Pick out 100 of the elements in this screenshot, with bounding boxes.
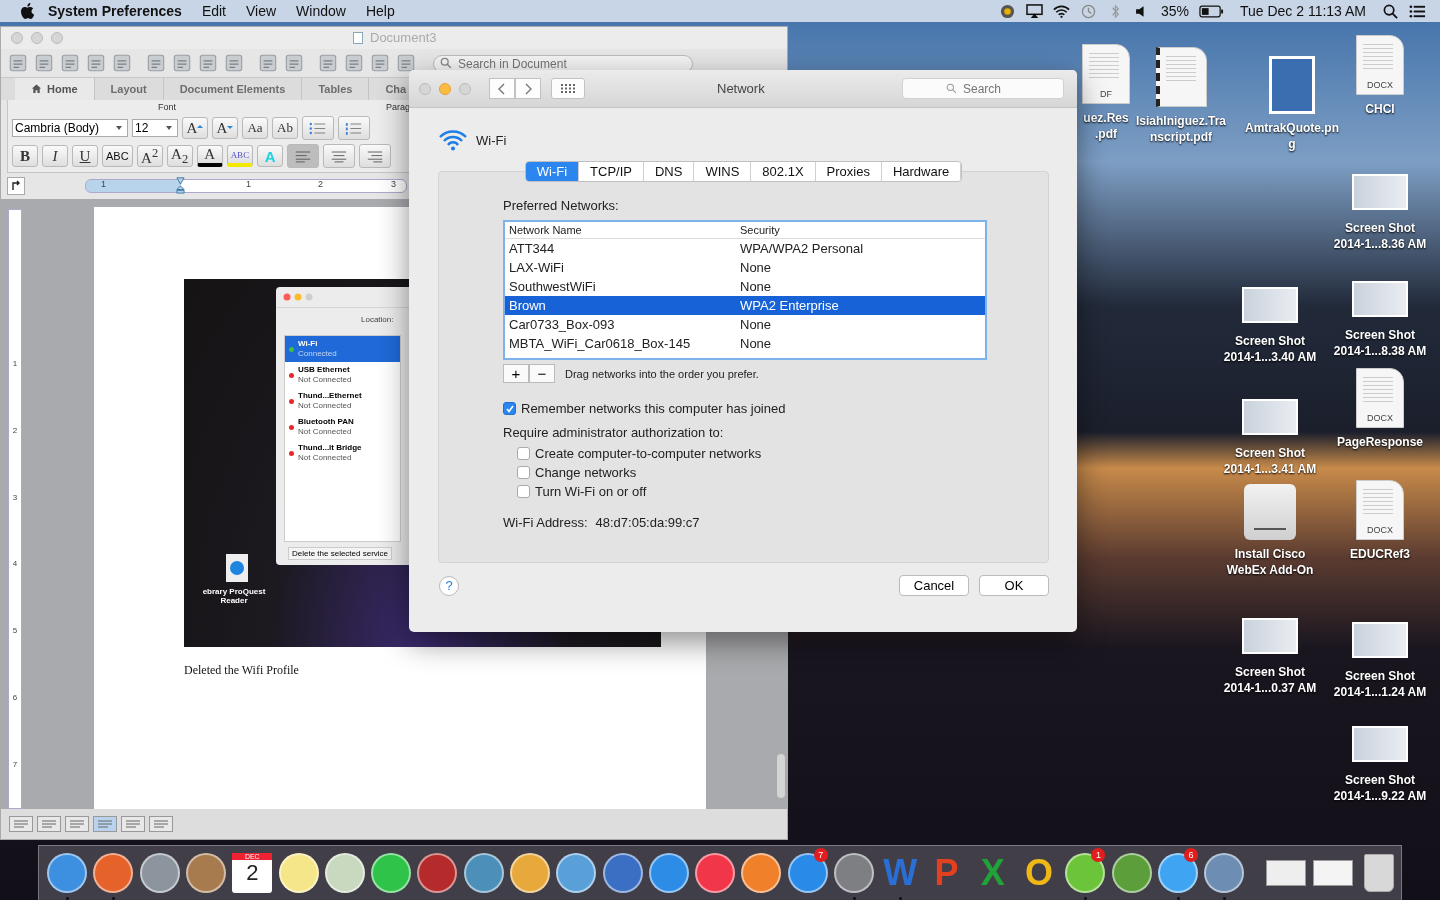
clock-history-icon[interactable]: [1079, 3, 1097, 19]
display-icon[interactable]: [1025, 3, 1043, 19]
checkbox[interactable]: [517, 466, 530, 479]
battery-icon[interactable]: [1198, 4, 1224, 18]
forward-button[interactable]: [515, 78, 541, 99]
change-case-button[interactable]: Aa: [242, 117, 268, 139]
menu-item[interactable]: Help: [365, 3, 395, 19]
menu-app-name[interactable]: System Preferences: [48, 3, 182, 19]
font-name-field[interactable]: Cambria (Body): [12, 119, 128, 137]
apple-logo-icon[interactable]: [20, 3, 34, 19]
disk-drive-icon[interactable]: [1244, 484, 1296, 540]
numbering-button[interactable]: [338, 116, 370, 140]
align-left-icon: [294, 149, 313, 163]
column-header[interactable]: Network Name: [505, 224, 740, 236]
tab[interactable]: Wi-Fi: [525, 162, 580, 181]
document-file-icon[interactable]: DOCX: [1356, 480, 1404, 540]
ok-button[interactable]: OK: [979, 575, 1049, 596]
screenshot-thumbnail-icon[interactable]: [1242, 618, 1298, 654]
checkbox-label: Remember networks this computer has joined: [521, 401, 786, 416]
table-row[interactable]: MBTA_WiFi_Car0618_Box-145 None: [505, 334, 985, 353]
table-row[interactable]: ATT344 WPA/WPA2 Personal: [505, 239, 985, 258]
bullets-button[interactable]: [302, 116, 334, 140]
superscript-button[interactable]: A$^{2}$: [136, 145, 163, 167]
service-list-item[interactable]: Wi-Fi Connected: [285, 336, 400, 362]
image-thumbnail-icon[interactable]: [1269, 56, 1315, 114]
tab[interactable]: Hardware: [881, 162, 962, 181]
wifi-icon[interactable]: [1052, 3, 1070, 19]
show-all-button[interactable]: [551, 78, 585, 99]
menu-item[interactable]: View: [246, 3, 277, 19]
trash-icon[interactable]: [1364, 854, 1394, 892]
desktop-icon-label: Screen Shot 2014-1...1.24 AM: [1333, 668, 1427, 700]
screenshot-thumbnail-icon[interactable]: [1242, 287, 1298, 323]
view-mode-icon[interactable]: [121, 816, 145, 832]
view-mode-icon[interactable]: [9, 816, 33, 832]
search-field[interactable]: Search: [902, 78, 1064, 99]
tab[interactable]: 802.1X: [751, 162, 816, 181]
remove-button[interactable]: −: [529, 364, 555, 383]
indent-marker-icon[interactable]: [176, 176, 185, 194]
service-list-item[interactable]: Bluetooth PAN Not Connected: [285, 414, 400, 440]
strikethrough-button[interactable]: ABC: [102, 145, 133, 167]
service-list-item[interactable]: Thund...Ethernet Not Connected: [285, 388, 400, 414]
subscript-button[interactable]: A$_{2}$: [166, 145, 193, 167]
document-file-icon[interactable]: DOCX: [1356, 368, 1404, 428]
menu-item[interactable]: Window: [296, 3, 346, 19]
service-list-item[interactable]: Thund...lt Bridge Not Connected: [285, 440, 400, 466]
view-mode-icon[interactable]: [37, 816, 61, 832]
view-mode-icon[interactable]: [149, 816, 173, 832]
document-file-icon[interactable]: DOCX: [1356, 35, 1404, 95]
table-row[interactable]: LAX-WiFi None: [505, 258, 985, 277]
bold-button[interactable]: B: [12, 145, 38, 167]
grow-font-button[interactable]: A: [182, 117, 208, 139]
screenshot-thumbnail-icon[interactable]: [1242, 399, 1298, 435]
align-left-button[interactable]: [287, 144, 320, 168]
checkbox[interactable]: [503, 402, 516, 415]
document-thumbnail-icon[interactable]: [1266, 860, 1307, 886]
cancel-button[interactable]: Cancel: [899, 575, 969, 596]
scroll-bar[interactable]: [777, 754, 785, 798]
screenshot-thumbnail-icon[interactable]: [1352, 726, 1408, 762]
tab[interactable]: Proxies: [815, 162, 882, 181]
menu-clock[interactable]: Tue Dec 2 11:13 AM: [1239, 3, 1366, 19]
service-list-item[interactable]: USB Ethernet Not Connected: [285, 362, 400, 388]
minimize-button[interactable]: [439, 82, 451, 95]
ribbon-tab[interactable]: Home: [15, 78, 95, 100]
italic-button[interactable]: I: [42, 145, 68, 167]
bound-document-icon[interactable]: [1155, 47, 1207, 107]
table-row[interactable]: Car0733_Box-093 None: [505, 315, 985, 334]
horizontal-ruler[interactable]: 1 1 2 3: [85, 179, 407, 193]
circle-status-icon[interactable]: [998, 3, 1016, 19]
font-color-button[interactable]: A: [196, 145, 223, 167]
tab[interactable]: WINS: [694, 162, 752, 181]
document-thumbnail-icon[interactable]: [1312, 860, 1353, 886]
back-button[interactable]: [489, 78, 515, 99]
align-center-button[interactable]: [323, 144, 356, 168]
checkbox[interactable]: [517, 485, 530, 498]
menu-item[interactable]: Edit: [201, 3, 226, 19]
search-icon[interactable]: [1382, 3, 1399, 19]
menu-list-icon[interactable]: [1409, 3, 1426, 19]
shrink-font-button[interactable]: A: [212, 117, 238, 139]
screenshot-thumbnail-icon[interactable]: [1352, 281, 1408, 317]
tab-selector-button[interactable]: [7, 177, 25, 195]
highlight-button[interactable]: ABC: [226, 145, 254, 167]
add-button[interactable]: +: [503, 364, 529, 383]
view-mode-icon[interactable]: [65, 816, 89, 832]
checkbox[interactable]: [517, 447, 530, 460]
tab[interactable]: DNS: [643, 162, 695, 181]
spelling-button[interactable]: Ab: [272, 117, 298, 139]
document-file-icon[interactable]: DF: [1082, 44, 1130, 104]
view-mode-icon[interactable]: [93, 816, 117, 832]
screenshot-thumbnail-icon[interactable]: [1352, 622, 1408, 658]
underline-button[interactable]: U: [72, 145, 98, 167]
font-size-field[interactable]: 12: [132, 119, 178, 137]
screenshot-thumbnail-icon[interactable]: [1352, 174, 1408, 210]
help-button[interactable]: ?: [439, 575, 459, 596]
table-row[interactable]: Brown WPA2 Enterprise: [505, 296, 985, 315]
table-row[interactable]: SouthwestWiFi None: [505, 277, 985, 296]
align-right-button[interactable]: [359, 144, 392, 168]
column-header[interactable]: Security: [740, 224, 985, 236]
tab[interactable]: TCP/IP: [579, 162, 644, 181]
window-title: Network: [717, 81, 765, 96]
office-app-icon[interactable]: O: [1019, 853, 1060, 893]
